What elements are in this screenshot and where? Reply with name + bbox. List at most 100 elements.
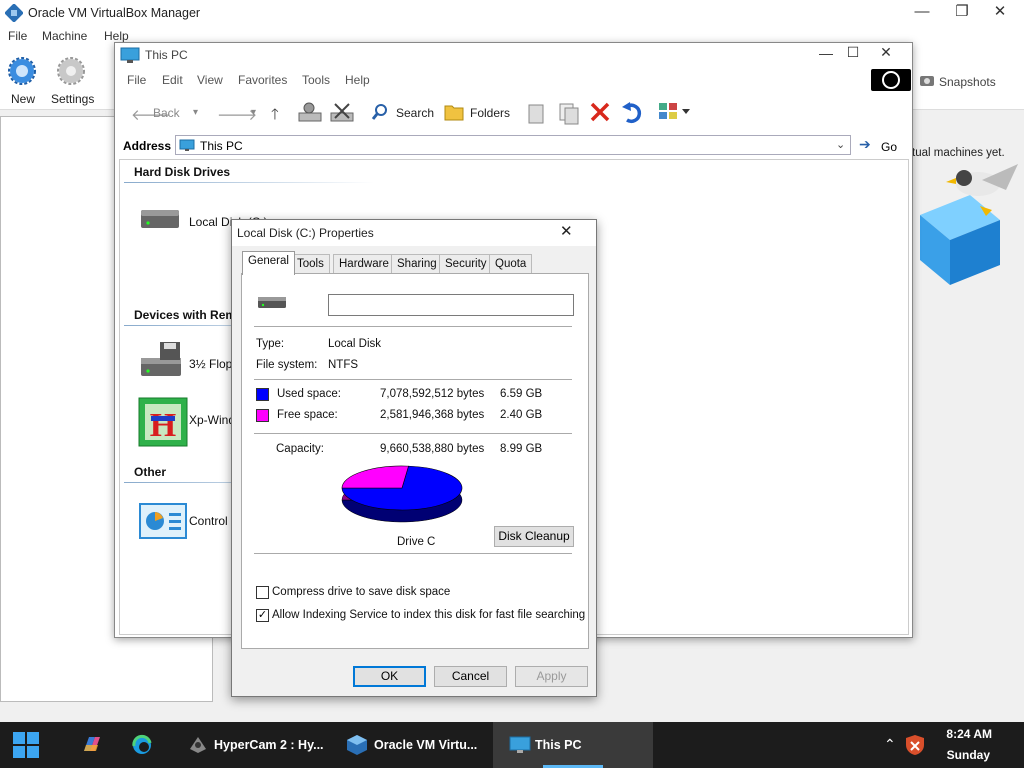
ex-menu-favorites[interactable]: Favorites [238, 73, 287, 87]
up-arrow-icon[interactable]: 🡑 [271, 104, 279, 129]
tab-tools[interactable]: Tools [291, 254, 330, 274]
apply-button[interactable]: Apply [515, 666, 588, 687]
edge-browser-icon[interactable] [131, 734, 153, 759]
disconnect-drive-icon[interactable] [329, 101, 355, 128]
security-shield-icon[interactable] [905, 734, 925, 759]
taskbar-app-virtualbox[interactable]: Oracle VM Virtu... [374, 738, 477, 752]
map-drive-icon[interactable] [297, 101, 323, 128]
virtualbox-logo-icon [4, 3, 24, 25]
floppy-drive-icon[interactable] [138, 340, 184, 383]
index-label[interactable]: Allow Indexing Service to index this dis… [272, 609, 585, 621]
ex-menu-edit[interactable]: Edit [162, 73, 183, 87]
dialog-close-icon[interactable]: ✕ [560, 222, 573, 240]
capacity-gb: 8.99 GB [500, 443, 543, 455]
disk-cleanup-button[interactable]: Disk Cleanup [494, 526, 574, 547]
used-space-gb: 6.59 GB [500, 388, 543, 400]
vb-menu-file[interactable]: File [8, 29, 27, 43]
copilot-icon[interactable] [80, 733, 104, 760]
ex-menu-tools[interactable]: Tools [302, 73, 330, 87]
minimize-icon[interactable]: — [902, 2, 942, 22]
taskbar: HyperCam 2 : Hy... Oracle VM Virtu... Th… [0, 722, 1024, 768]
group-hard-disk-drives: Hard Disk Drives [134, 165, 231, 179]
ok-button[interactable]: OK [353, 666, 426, 687]
address-dropdown-icon[interactable]: ⌄ [836, 138, 845, 151]
ex-menu-file[interactable]: File [127, 73, 146, 87]
clock-time[interactable]: 8:24 AM [930, 727, 992, 741]
vb-snapshots-button[interactable]: Snapshots [939, 75, 996, 89]
windows-flag-icon [871, 69, 911, 91]
address-value: This PC [200, 139, 243, 153]
ex-menu-help[interactable]: Help [345, 73, 370, 87]
go-button[interactable]: Go [881, 140, 897, 154]
search-icon[interactable] [371, 103, 389, 124]
this-pc-taskbar-icon [509, 735, 531, 758]
control-panel-label[interactable]: Control [189, 514, 228, 528]
control-panel-icon[interactable] [138, 502, 188, 545]
vb-menu-machine[interactable]: Machine [42, 29, 87, 43]
forward-dropdown-icon[interactable]: ▾ [251, 107, 256, 118]
welcome-text: tual machines yet. [912, 147, 1005, 159]
free-space-gb: 2.40 GB [500, 409, 543, 421]
tab-hardware[interactable]: Hardware [333, 254, 395, 274]
vb-menu-help[interactable]: Help [104, 29, 129, 43]
chevron-up-icon[interactable]: ⌃ [884, 736, 896, 753]
tab-security[interactable]: Security [439, 254, 493, 274]
copy-to-icon[interactable] [557, 101, 581, 128]
address-input[interactable]: This PC ⌄ [175, 135, 851, 155]
tab-general[interactable]: General [242, 251, 295, 275]
pie-slice-free [341, 465, 409, 489]
explorer-maximize-icon[interactable]: ☐ [839, 44, 867, 61]
taskbar-app-this-pc[interactable]: This PC [493, 722, 653, 768]
used-space-label: Used space: [277, 388, 341, 400]
capacity-bytes: 9,660,538,880 bytes [380, 443, 485, 455]
compress-label[interactable]: Compress drive to save disk space [272, 586, 450, 598]
ex-menu-view[interactable]: View [197, 73, 223, 87]
explorer-close-icon[interactable]: ✕ [872, 44, 900, 61]
index-checkbox[interactable]: ✓ [256, 609, 269, 622]
monitor-icon [120, 47, 140, 68]
start-windows-icon[interactable] [12, 731, 40, 762]
cancel-button[interactable]: Cancel [434, 666, 507, 687]
go-arrow-icon[interactable]: ➔ [859, 136, 871, 153]
vb-settings-button[interactable] [56, 56, 86, 89]
type-label: Type: [256, 338, 285, 350]
tab-quota[interactable]: Quota [489, 254, 533, 274]
move-to-icon[interactable] [525, 101, 547, 128]
explorer-minimize-icon[interactable]: — [812, 45, 840, 61]
views-icon[interactable] [658, 101, 694, 126]
snapshots-icon [919, 73, 935, 90]
floppy-drive-label[interactable]: 3½ Flop [189, 357, 232, 371]
local-disk-icon[interactable] [138, 206, 182, 235]
free-space-label: Free space: [277, 409, 338, 421]
undo-icon[interactable] [620, 101, 644, 128]
tab-sharing[interactable]: Sharing [391, 254, 443, 274]
separator [254, 553, 572, 554]
xp-windows-label[interactable]: Xp-Wind [189, 413, 235, 427]
separator [254, 379, 572, 380]
folders-button[interactable]: Folders [470, 106, 510, 120]
new-gear-icon [8, 57, 36, 85]
folders-icon[interactable] [443, 101, 465, 126]
type-value: Local Disk [328, 338, 382, 350]
clock-day[interactable]: Sunday [930, 748, 990, 762]
group-removable-storage: Devices with Rem [134, 308, 237, 322]
address-monitor-icon [179, 139, 195, 155]
restore-icon[interactable]: ❐ [942, 2, 982, 22]
vb-settings-label: Settings [51, 92, 95, 106]
close-icon[interactable]: ✕ [980, 2, 1020, 22]
disk-usage-pie [341, 465, 463, 523]
group-divider [124, 182, 374, 183]
virtualbox-mascot-icon [912, 160, 1024, 293]
virtualbox-taskbar-icon [346, 734, 368, 759]
back-dropdown-icon[interactable]: ▾ [193, 107, 198, 118]
compress-checkbox[interactable] [256, 586, 269, 599]
search-button[interactable]: Search [396, 106, 434, 120]
disk-properties-dialog: Local Disk (C:) Properties ✕ General Too… [231, 219, 597, 697]
vb-new-button[interactable] [7, 56, 37, 89]
taskbar-app-hypercam[interactable]: HyperCam 2 : Hy... [214, 738, 324, 752]
xp-windows-cd-icon[interactable]: H [138, 397, 188, 450]
back-button[interactable]: Back [153, 106, 180, 120]
virtualbox-title: Oracle VM VirtualBox Manager [28, 6, 201, 20]
drive-name-input[interactable] [328, 294, 574, 316]
delete-icon[interactable] [589, 101, 611, 126]
